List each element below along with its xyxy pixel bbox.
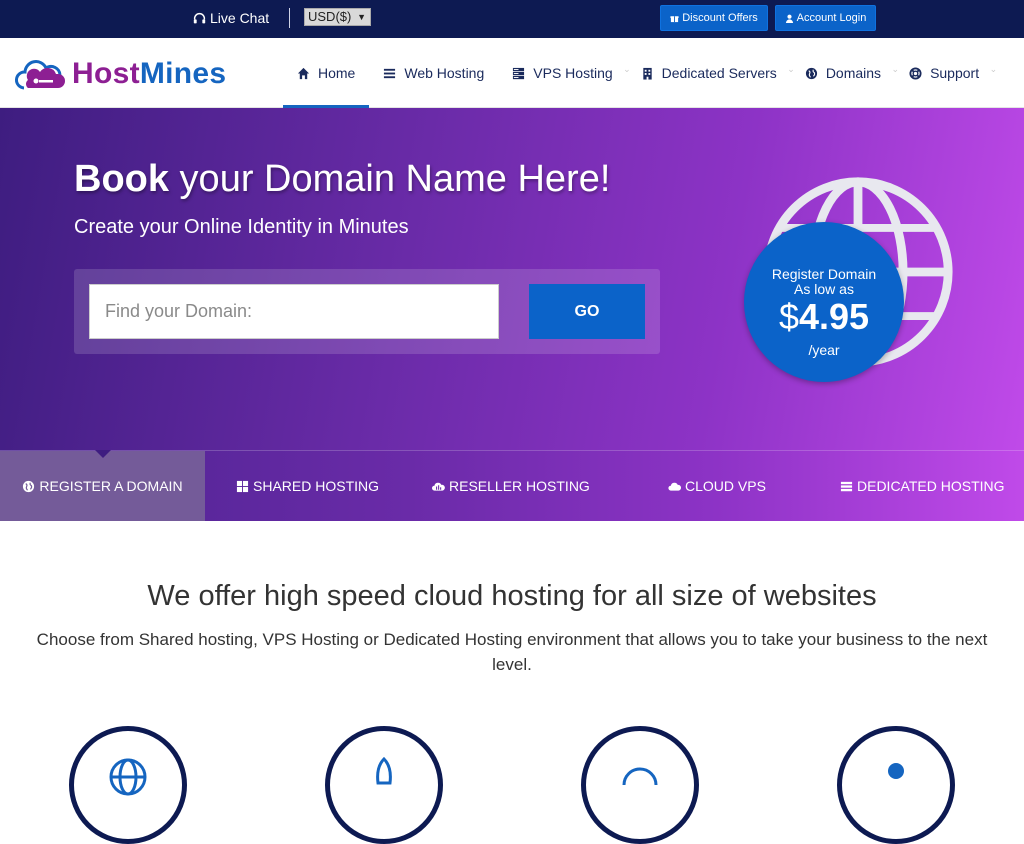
cloud-icon (668, 482, 681, 491)
hero-subtitle: Create your Online Identity in Minutes (74, 216, 409, 238)
feature-circle-globe (69, 726, 187, 844)
price-badge[interactable]: Register Domain As low as $4.95 /year (744, 222, 904, 382)
nav-label: Domains (825, 65, 882, 81)
discount-offers-button[interactable]: Discount Offers (660, 5, 768, 31)
account-login-label: Account Login (796, 12, 867, 24)
domain-search-box: GO (74, 269, 660, 354)
nav-item-home[interactable]: Home (283, 38, 370, 109)
nav-label: Dedicated Servers (661, 65, 777, 81)
user-icon (888, 763, 904, 779)
user-icon (785, 14, 793, 23)
logo-mines: Mines (139, 57, 227, 90)
tab-cloud-vps[interactable]: CLOUD VPS (668, 451, 766, 521)
tab-register-domain[interactable]: REGISTER A DOMAIN (0, 450, 205, 521)
logo[interactable]: HostMines (14, 54, 226, 94)
cloud-chart-icon (432, 482, 445, 491)
site-header: HostMines Home Web Hosting VPS Hosting ⌄… (0, 38, 1024, 109)
rocket-icon (376, 757, 392, 785)
gift-icon (670, 15, 679, 22)
badge-price-value: 4.95 (798, 296, 870, 337)
offer-title: We offer high speed cloud hosting for al… (147, 580, 877, 612)
grid-icon (236, 480, 249, 492)
tab-label: RESELLER HOSTING (449, 478, 590, 494)
top-bar: Live Chat USD($) ▼ Discount Offers Accou… (0, 0, 1024, 38)
main-nav: Home Web Hosting VPS Hosting ⌄ Dedicated… (283, 38, 997, 109)
currency-select[interactable]: USD($) ▼ (304, 8, 371, 26)
nav-item-dedicated-servers[interactable]: Dedicated Servers ⌄ (627, 38, 795, 108)
hero-title: Book your Domain Name Here! (74, 158, 610, 201)
server-icon (513, 67, 525, 79)
domain-search-input[interactable] (89, 284, 499, 339)
go-button[interactable]: GO (529, 284, 645, 339)
discount-offers-label: Discount Offers (682, 12, 758, 24)
caret-down-icon: ▼ (357, 12, 366, 22)
tab-label: SHARED HOSTING (253, 478, 380, 494)
globe-icon (23, 480, 35, 492)
building-icon (642, 67, 652, 80)
currency-value: USD($) (308, 9, 352, 24)
offer-text: Choose from Shared hosting, VPS Hosting … (36, 630, 988, 674)
nav-item-vps-hosting[interactable]: VPS Hosting ⌄ (498, 38, 631, 108)
live-chat-label: Live Chat (210, 10, 270, 26)
nav-label: Support (930, 65, 980, 81)
feature-circle-rocket (325, 726, 443, 844)
tab-label: DEDICATED HOSTING (857, 478, 1005, 494)
globe-icon (109, 758, 147, 796)
service-tabs: REGISTER A DOMAIN SHARED HOSTING RESELLE… (0, 450, 1024, 521)
nav-label: Web Hosting (404, 65, 485, 81)
chevron-down-icon: ⌄ (989, 64, 998, 74)
server-icon (840, 481, 853, 491)
feature-circle-gauge (581, 726, 699, 844)
nav-item-web-hosting[interactable]: Web Hosting (369, 38, 498, 108)
logo-text: HostMines (72, 57, 226, 91)
account-login-button[interactable]: Account Login (775, 5, 876, 31)
divider (289, 8, 290, 28)
cloud-logo-icon (15, 60, 66, 90)
nav-label: Home (318, 65, 356, 81)
feature-circle-user (837, 726, 955, 844)
home-icon (297, 67, 310, 79)
hero-title-rest: your Domain Name Here! (169, 158, 611, 200)
hero-title-bold: Book (74, 158, 169, 200)
tab-dedicated-hosting[interactable]: DEDICATED HOSTING (840, 451, 1005, 521)
globe-icon (805, 67, 817, 79)
badge-line1: Register Domain (771, 266, 877, 282)
tab-shared-hosting[interactable]: SHARED HOSTING (236, 451, 379, 521)
gauge-icon (622, 767, 658, 786)
tab-label: REGISTER A DOMAIN (39, 478, 183, 494)
badge-period: /year (808, 342, 840, 358)
headset-icon (193, 12, 206, 23)
badge-line2: As low as (794, 281, 854, 297)
badge-currency: $ (778, 296, 799, 337)
tab-reseller-hosting[interactable]: RESELLER HOSTING (432, 451, 590, 521)
logo-host: Host (72, 57, 140, 90)
nav-item-support[interactable]: Support ⌄ (895, 38, 997, 108)
nav-item-domains[interactable]: Domains ⌄ (791, 38, 899, 108)
live-chat-link[interactable]: Live Chat (193, 10, 269, 26)
tab-label: CLOUD VPS (685, 478, 766, 494)
lifebuoy-icon (909, 66, 922, 80)
badge-price: $4.95 (744, 296, 904, 338)
domain-promo: Register Domain As low as $4.95 /year (744, 174, 954, 384)
list-icon (384, 68, 396, 78)
hero-banner: Book your Domain Name Here! Create your … (0, 108, 1024, 450)
nav-label: VPS Hosting (533, 65, 613, 81)
